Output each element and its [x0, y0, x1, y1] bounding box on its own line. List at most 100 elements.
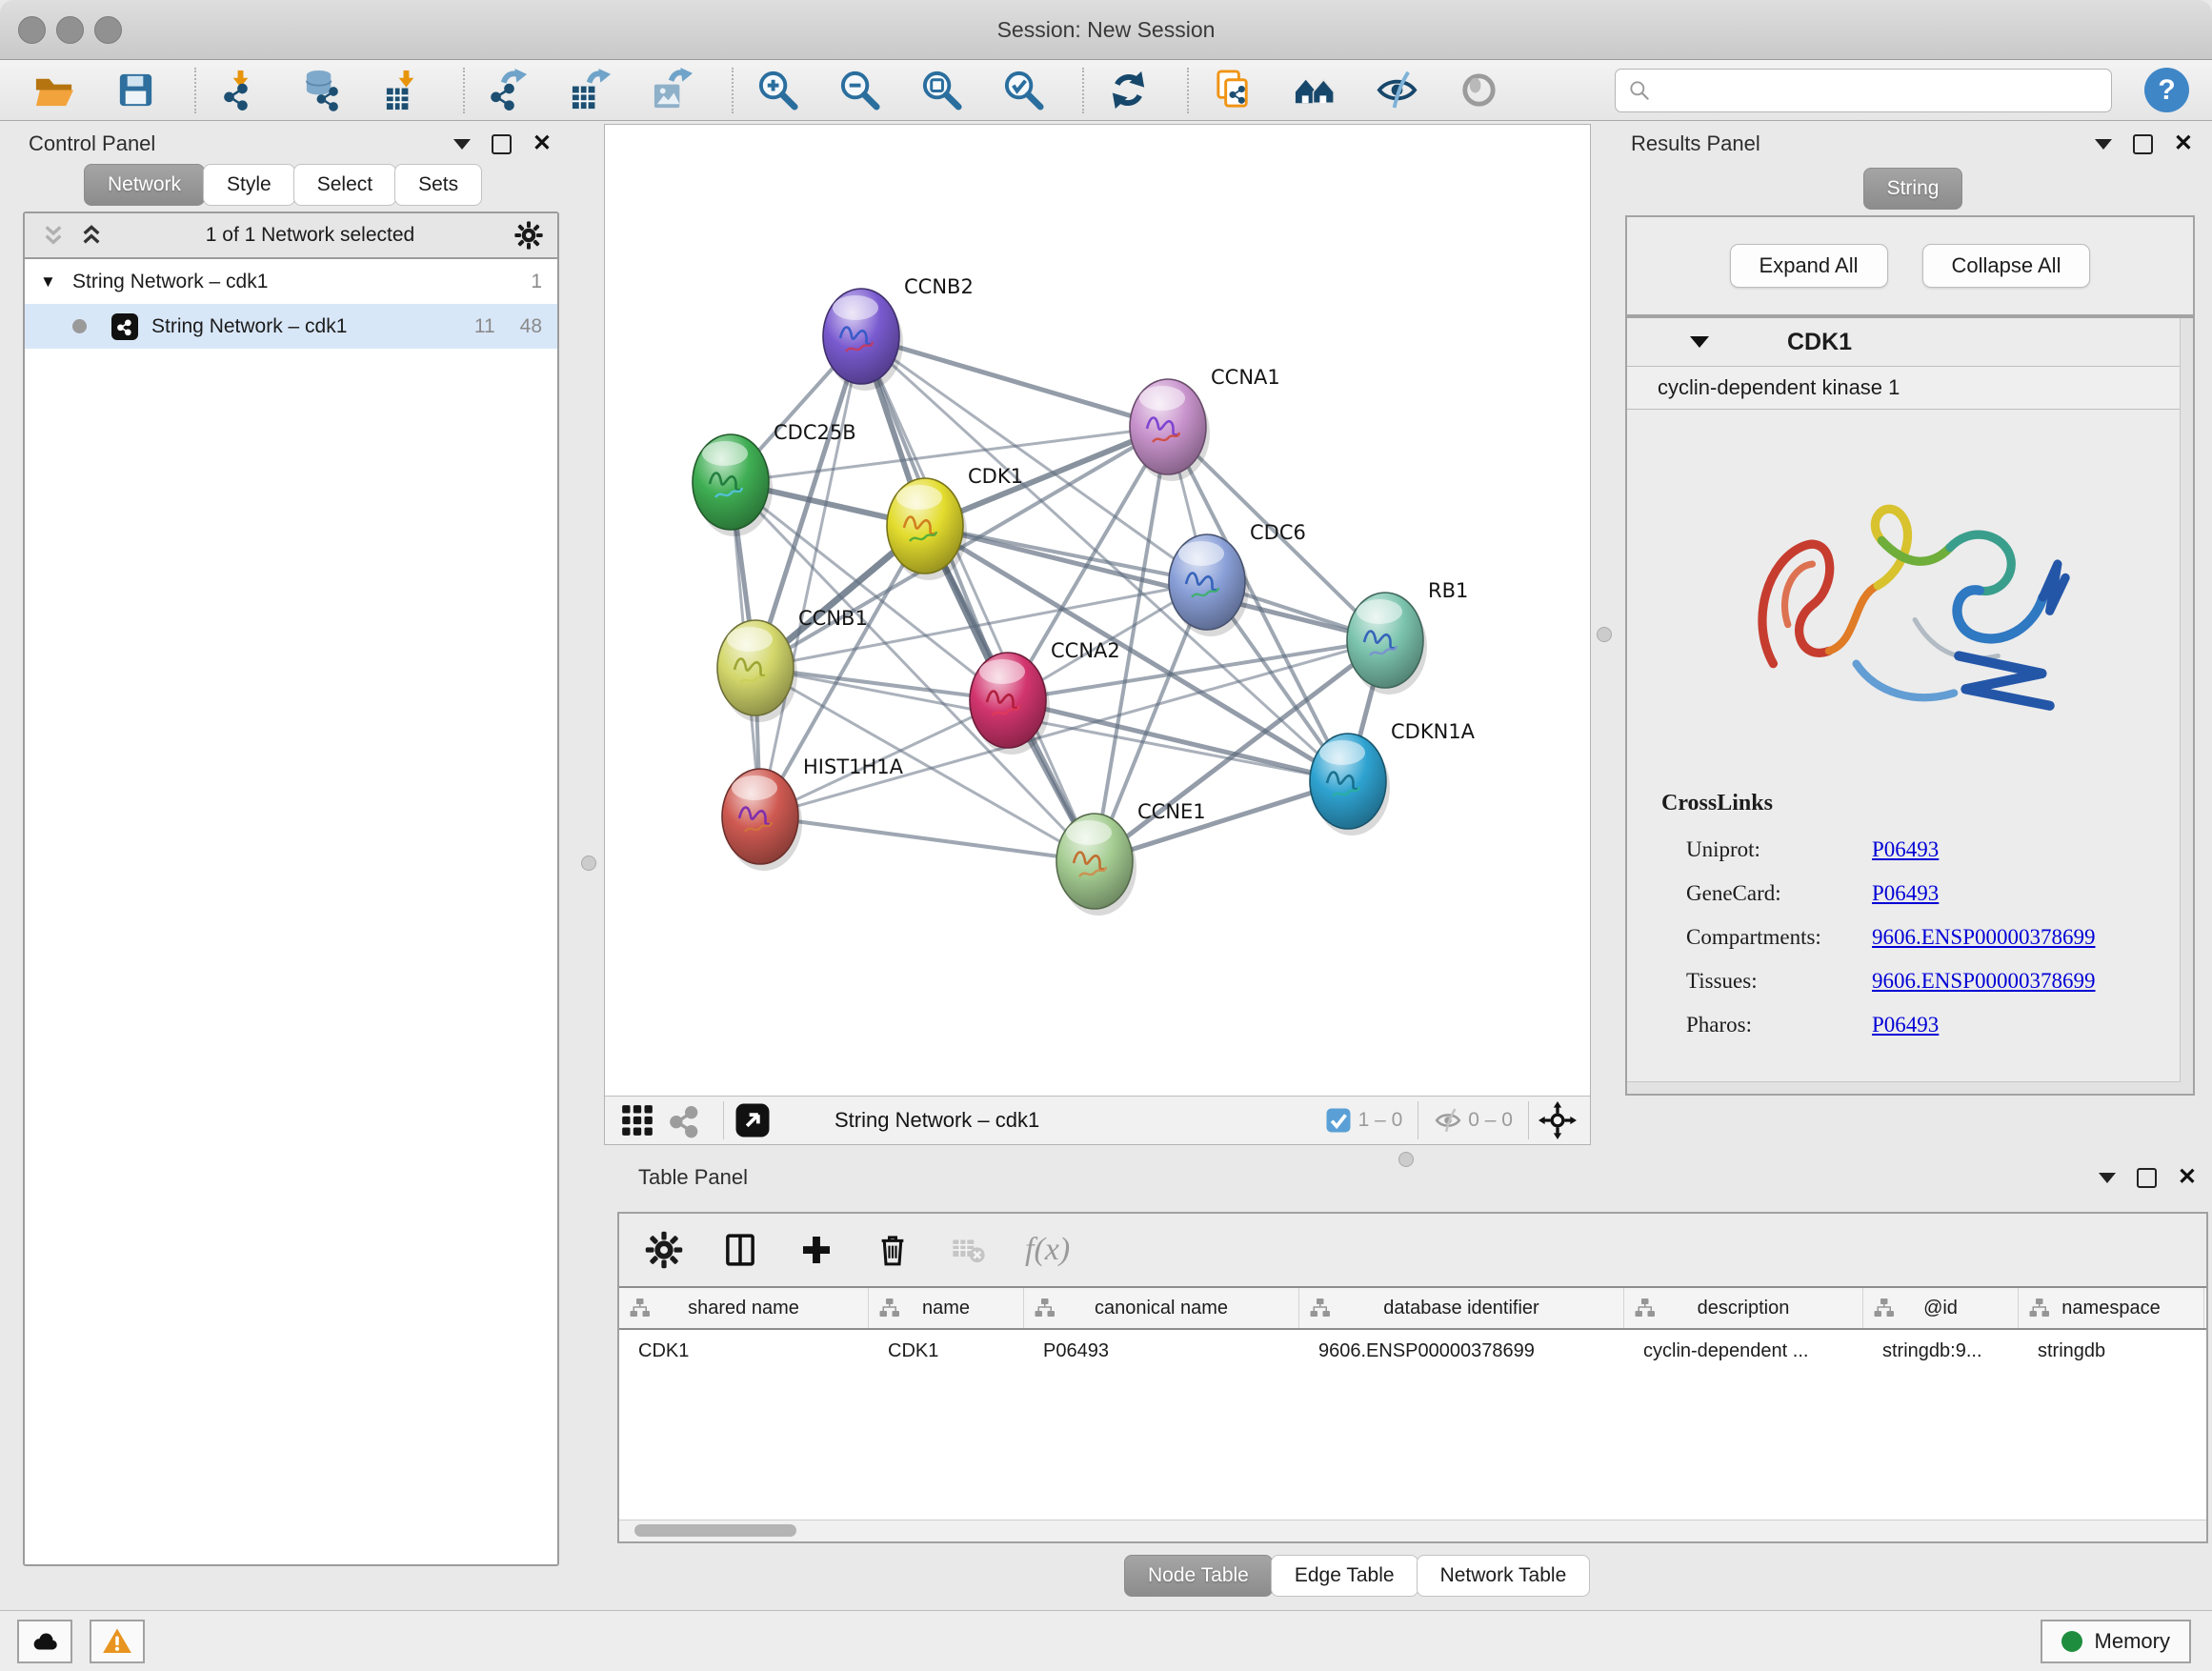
zoom-selected-button[interactable] [996, 64, 1050, 117]
tab-network[interactable]: Network [84, 164, 205, 206]
memory-button[interactable]: Memory [2041, 1620, 2191, 1663]
panel-float-icon[interactable] [2137, 1168, 2157, 1188]
tab-network-table[interactable]: Network Table [1417, 1555, 1591, 1597]
table-row[interactable]: CDK1CDK1P064939606.ENSP00000378699cyclin… [619, 1330, 2206, 1372]
import-network-from-database-button[interactable] [295, 64, 349, 117]
show-columns-icon[interactable] [720, 1230, 760, 1270]
network-options-gear-icon[interactable] [513, 220, 544, 251]
grid-view-icon[interactable] [618, 1101, 656, 1139]
selected-checkbox-icon[interactable] [1324, 1106, 1353, 1135]
crosslink-link[interactable]: P06493 [1872, 881, 1939, 906]
warnings-button[interactable] [90, 1620, 145, 1663]
zoom-out-button[interactable] [833, 64, 886, 117]
table-horizontal-scrollbar[interactable] [619, 1520, 2206, 1541]
table-settings-gear-icon[interactable] [644, 1230, 684, 1270]
search-box[interactable] [1615, 69, 2112, 112]
crosshair-icon[interactable] [1538, 1101, 1577, 1139]
panel-float-icon[interactable] [492, 134, 512, 154]
results-horizontal-scrollbar[interactable] [1627, 1081, 2181, 1094]
help-button[interactable]: ? [2144, 68, 2189, 112]
tab-edge-table[interactable]: Edge Table [1271, 1555, 1418, 1597]
table-cell[interactable]: stringdb:9... [1863, 1330, 2019, 1372]
refresh-icon [1106, 68, 1151, 112]
column-header-database-identifier[interactable]: database identifier [1299, 1288, 1624, 1328]
column-header-shared-name[interactable]: shared name [619, 1288, 869, 1328]
crosslink-link[interactable]: 9606.ENSP00000378699 [1872, 925, 2096, 950]
export-image-button[interactable] [646, 64, 699, 117]
hidden-eye-slash-icon[interactable] [1434, 1106, 1462, 1135]
gene-description: cyclin-dependent kinase 1 [1627, 366, 2193, 410]
panel-close-icon[interactable]: ✕ [2174, 134, 2193, 153]
export-table-button[interactable] [564, 64, 617, 117]
column-header-name[interactable]: name [869, 1288, 1024, 1328]
node-details-caret-icon[interactable] [1690, 336, 1709, 348]
right-splitter-handle[interactable] [1597, 627, 1612, 642]
birds-eye-view-icon[interactable] [734, 1101, 772, 1139]
expand-all-networks-icon[interactable] [76, 220, 107, 251]
tab-string[interactable]: String [1863, 168, 1963, 210]
network-edge[interactable] [760, 816, 1095, 861]
crosslink-link[interactable]: P06493 [1872, 1013, 1939, 1037]
panel-close-icon[interactable]: ✕ [2178, 1168, 2197, 1187]
import-table-from-file-button[interactable] [377, 64, 431, 117]
network-edge[interactable] [861, 336, 1168, 427]
save-session-button[interactable] [109, 64, 162, 117]
network-canvas[interactable]: CCNB2 CCNA1 CDC25B CDK1 CDC6 RB1 [605, 125, 1590, 1096]
node-details-header[interactable]: CDK1 [1627, 318, 2193, 366]
add-column-icon[interactable] [796, 1230, 836, 1270]
tab-select[interactable]: Select [293, 164, 396, 206]
collection-caret-icon[interactable]: ▼ [40, 272, 72, 292]
panel-collapse-icon[interactable] [2095, 139, 2112, 150]
crosslink-label: Pharos: [1661, 1013, 1872, 1037]
crosslink-link[interactable]: 9606.ENSP00000378699 [1872, 969, 2096, 994]
column-header-namespace[interactable]: namespace [2019, 1288, 2204, 1328]
scrollbar-thumb[interactable] [634, 1524, 796, 1537]
panel-collapse-icon[interactable] [453, 139, 471, 150]
table-cell[interactable]: CDK1 [869, 1330, 1024, 1372]
network-node-CCNE1[interactable]: CCNE1 [1056, 800, 1206, 916]
collapse-all-networks-icon[interactable] [38, 220, 69, 251]
tab-node-table[interactable]: Node Table [1124, 1555, 1273, 1597]
share-view-icon[interactable] [666, 1101, 704, 1139]
network-edge[interactable] [760, 336, 861, 816]
panel-close-icon[interactable]: ✕ [533, 134, 552, 153]
search-input[interactable] [1659, 78, 2100, 102]
table-cell[interactable]: stringdb [2019, 1330, 2204, 1372]
network-edge[interactable] [861, 336, 1095, 861]
panel-float-icon[interactable] [2133, 134, 2153, 154]
string-enhance-toggle-button[interactable] [1370, 64, 1423, 117]
column-header--id[interactable]: @id [1863, 1288, 2019, 1328]
network-node-HIST1H1A[interactable]: HIST1H1A [722, 755, 904, 871]
expand-all-button[interactable]: Expand All [1730, 244, 1888, 288]
network-node-CDKN1A[interactable]: CDKN1A [1310, 720, 1476, 836]
zoom-fit-button[interactable] [915, 64, 968, 117]
table-cell[interactable]: 9606.ENSP00000378699 [1299, 1330, 1624, 1372]
cloud-status-button[interactable] [17, 1620, 72, 1663]
network-node-CDC6[interactable]: CDC6 [1169, 521, 1306, 636]
apply-layout-button[interactable] [1101, 64, 1155, 117]
delete-column-trash-icon[interactable] [873, 1230, 913, 1270]
table-cell[interactable]: CDK1 [619, 1330, 869, 1372]
tab-style[interactable]: Style [203, 164, 295, 206]
column-header-canonical-name[interactable]: canonical name [1024, 1288, 1299, 1328]
network-node-CCNB2[interactable]: CCNB2 [823, 275, 974, 391]
crosslink-link[interactable]: P06493 [1872, 837, 1939, 862]
collapse-all-button[interactable]: Collapse All [1922, 244, 2091, 288]
string-query-button[interactable] [1288, 64, 1341, 117]
network-collection-row[interactable]: ▼ String Network – cdk1 1 [25, 259, 557, 304]
export-network-button[interactable] [482, 64, 535, 117]
left-splitter-handle[interactable] [581, 856, 596, 871]
zoom-in-button[interactable] [751, 64, 804, 117]
network-node-RB1[interactable]: RB1 [1347, 579, 1468, 695]
open-session-button[interactable] [27, 64, 80, 117]
tab-sets[interactable]: Sets [394, 164, 482, 206]
network-row[interactable]: String Network – cdk1 11 48 [25, 304, 557, 349]
panel-collapse-icon[interactable] [2099, 1173, 2116, 1183]
import-network-from-file-button[interactable] [213, 64, 267, 117]
column-header-description[interactable]: description [1624, 1288, 1863, 1328]
table-cell[interactable]: cyclin-dependent ... [1624, 1330, 1863, 1372]
results-vertical-scrollbar[interactable] [2180, 318, 2193, 1094]
table-cell[interactable]: P06493 [1024, 1330, 1299, 1372]
show-graphics-details-button[interactable] [1452, 64, 1505, 117]
duplicate-network-button[interactable] [1206, 64, 1259, 117]
